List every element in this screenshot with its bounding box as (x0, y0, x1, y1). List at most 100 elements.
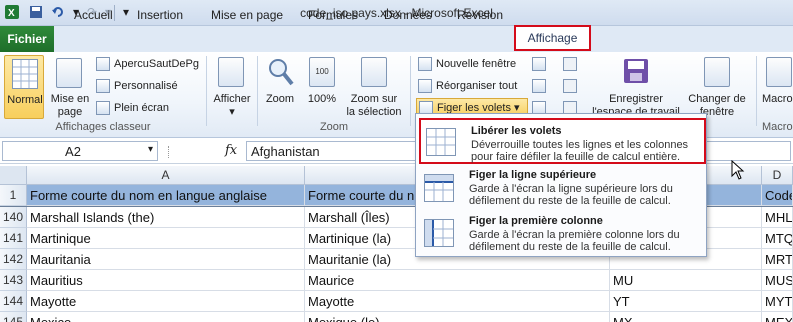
table-cell[interactable]: Mauritania (27, 249, 305, 270)
show-label: Afficher (213, 93, 251, 105)
zoom-label: Zoom (265, 93, 295, 105)
table-cell[interactable]: YT (610, 291, 762, 312)
menu-item-unfreeze-panes[interactable]: Libérer les volets Déverrouille toutes l… (419, 118, 706, 164)
show-button[interactable]: Afficher ▾ (210, 55, 254, 125)
tab-file[interactable]: Fichier (0, 26, 54, 52)
switch-windows-button[interactable]: Changer de fenêtre (684, 55, 750, 119)
tab-review[interactable]: Révision (451, 4, 509, 26)
new-window-icon (418, 57, 432, 72)
tab-home[interactable]: Accueil (68, 4, 119, 26)
zoom-to-selection-button[interactable]: Zoom sur la sélection (344, 55, 404, 119)
table-cell[interactable]: Mayotte (305, 291, 610, 312)
custom-views-button[interactable]: Personnalisé (96, 77, 178, 95)
row-header[interactable]: 144 (0, 291, 27, 312)
page-layout-label-2: page (57, 106, 83, 118)
freeze-first-column-icon (424, 219, 454, 247)
table-cell[interactable]: MX (610, 312, 762, 322)
arrange-all-button[interactable]: Réorganiser tout (418, 77, 517, 95)
row-header[interactable]: 1 (0, 185, 27, 206)
table-cell[interactable]: Maurice (305, 270, 610, 291)
table-cell[interactable]: MTQ (762, 228, 793, 249)
page-layout-label-1: Mise en (50, 93, 90, 105)
row-header[interactable]: 145 (0, 312, 27, 322)
macros-icon (766, 57, 792, 87)
unfreeze-panes-title: Libérer les volets (471, 125, 562, 137)
insert-function-icon[interactable]: fx (225, 143, 237, 158)
table-cell[interactable]: MEX (762, 312, 793, 322)
name-box[interactable]: A2 ▾ (2, 141, 158, 161)
page-layout-view-button[interactable]: Mise en page (48, 55, 92, 119)
tab-insert[interactable]: Insertion (131, 4, 189, 26)
table-cell[interactable]: MU (610, 270, 762, 291)
table-cell[interactable]: Marshall Islands (the) (27, 207, 305, 228)
freeze-first-column-desc-1: Garde à l'écran la première colonne lors… (469, 229, 680, 241)
macros-label: Macro (762, 93, 793, 105)
tab-page-layout[interactable]: Mise en page (205, 4, 289, 26)
group-separator (410, 56, 411, 126)
normal-view-button[interactable]: Normal (4, 55, 44, 119)
full-screen-button[interactable]: Plein écran (96, 99, 169, 117)
group-label-zoom: Zoom (319, 121, 349, 133)
row-header[interactable]: 143 (0, 270, 27, 291)
table-cell[interactable]: Martinique (27, 228, 305, 249)
show-icon (218, 57, 244, 87)
view-side-by-side-icon[interactable] (563, 56, 579, 71)
column-header-d[interactable]: D (762, 166, 793, 185)
freeze-first-column-title: Figer la première colonne (469, 215, 603, 227)
select-all-corner[interactable] (0, 166, 27, 185)
table-cell[interactable]: MRT (762, 249, 793, 270)
menu-item-freeze-first-column[interactable]: Figer la première colonne Garde à l'écra… (419, 211, 706, 257)
table-cell[interactable]: MHL (762, 207, 793, 228)
row-header[interactable]: 140 (0, 207, 27, 228)
table-cell[interactable]: Mexique (le) (305, 312, 610, 322)
zoom-100-icon: 100 (309, 57, 335, 87)
unhide-icon[interactable] (532, 100, 548, 115)
column-header-a[interactable]: A (27, 166, 305, 185)
normal-view-icon (12, 59, 38, 89)
group-label-macros: Macro (762, 121, 793, 133)
unfreeze-panes-icon (426, 128, 456, 156)
table-cell[interactable]: Mayotte (27, 291, 305, 312)
formula-value: Afghanistan (251, 144, 320, 159)
page-layout-icon (56, 58, 82, 88)
tab-view[interactable]: Affichage (514, 25, 591, 51)
sync-scrolling-icon[interactable] (563, 78, 579, 93)
row-header[interactable]: 142 (0, 249, 27, 270)
group-separator (257, 56, 258, 126)
tab-formulas[interactable]: Formules (302, 4, 364, 26)
table-cell[interactable]: MYT (762, 291, 793, 312)
save-workspace-label-1: Enregistrer (609, 93, 663, 105)
macros-button[interactable]: Macro (760, 55, 793, 119)
unfreeze-panes-desc-1: Déverrouille toutes les lignes et les co… (471, 139, 689, 151)
save-workspace-button[interactable]: Enregistrer l'espace de travail (588, 55, 684, 119)
header-cell[interactable]: Code (762, 185, 793, 206)
table-cell[interactable]: Mauritius (27, 270, 305, 291)
reset-window-position-icon[interactable] (563, 100, 579, 115)
name-box-dropdown-icon[interactable]: ▾ (148, 144, 153, 155)
group-separator (756, 56, 757, 126)
new-window-button[interactable]: Nouvelle fenêtre (418, 55, 516, 73)
custom-views-label: Personnalisé (114, 80, 178, 92)
zoom-button[interactable]: Zoom (260, 55, 300, 119)
hide-icon[interactable] (532, 78, 548, 93)
page-break-preview-button[interactable]: ApercuSautDePg (96, 55, 199, 73)
name-box-value: A2 (65, 144, 81, 159)
arrange-all-icon (418, 79, 432, 94)
save-workspace-icon (622, 57, 650, 87)
formula-bar-splitter[interactable] (168, 146, 171, 158)
split-icon[interactable] (532, 56, 548, 71)
zoom-100-button[interactable]: 100 100% (302, 55, 342, 119)
row-header[interactable]: 141 (0, 228, 27, 249)
table-cell[interactable]: Mexico (27, 312, 305, 322)
group-label-workbook-views: Affichages classeur (55, 121, 151, 133)
freeze-top-row-desc-2: défilement du reste de la feuille de cal… (469, 195, 671, 207)
group-separator (206, 56, 207, 126)
full-screen-icon (96, 101, 110, 116)
tab-data[interactable]: Données (378, 4, 438, 26)
menu-item-freeze-top-row[interactable]: Figer la ligne supérieure Garde à l'écra… (419, 168, 706, 214)
page-break-preview-icon (96, 57, 110, 72)
new-window-label: Nouvelle fenêtre (436, 58, 517, 70)
freeze-first-column-desc-2: défilement du reste de la feuille de cal… (469, 241, 671, 253)
table-cell[interactable]: MUS (762, 270, 793, 291)
header-cell[interactable]: Forme courte du nom en langue anglaise (27, 185, 305, 206)
